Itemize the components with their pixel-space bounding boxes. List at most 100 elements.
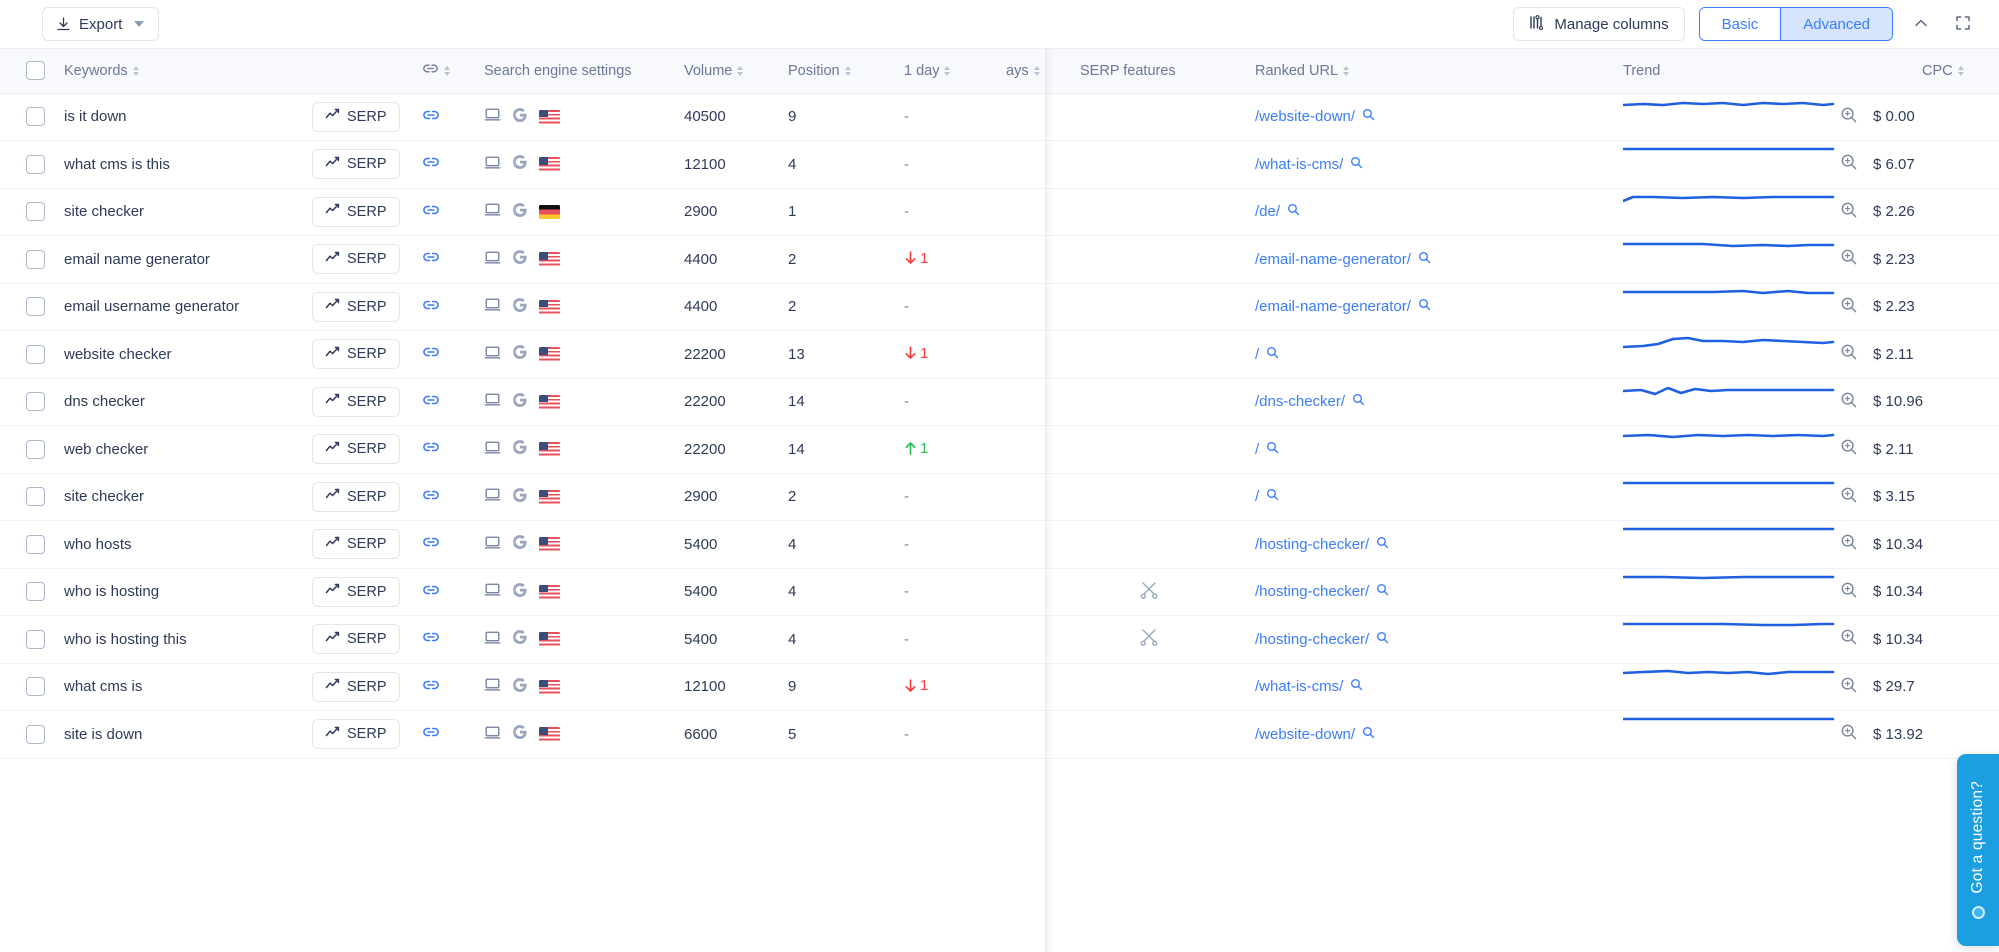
row-checkbox[interactable]: [26, 392, 45, 412]
row-checkbox[interactable]: [26, 582, 45, 602]
row-checkbox[interactable]: [26, 344, 45, 364]
row-checkbox[interactable]: [26, 487, 45, 507]
table-row[interactable]: email username generator SERP 4400 2 - /email…: [0, 283, 1999, 331]
cpc-search-icon[interactable]: [1840, 438, 1858, 460]
url-search-icon[interactable]: [1362, 108, 1375, 125]
tab-basic[interactable]: Basic: [1699, 8, 1781, 40]
select-all-checkbox[interactable]: [26, 61, 45, 81]
header-ranked-url[interactable]: Ranked URL: [1255, 49, 1615, 94]
cpc-search-icon[interactable]: [1840, 391, 1858, 413]
serp-button[interactable]: SERP: [312, 101, 400, 132]
url-search-icon[interactable]: [1362, 726, 1375, 743]
table-row[interactable]: site is down SERP 6600 5 - /website-down/ $ 13…: [0, 710, 1999, 759]
tab-advanced[interactable]: Advanced: [1781, 8, 1892, 40]
ranked-url-link[interactable]: /: [1255, 346, 1259, 363]
cpc-search-icon[interactable]: [1840, 296, 1858, 318]
ranked-url-link[interactable]: /hosting-checker/: [1255, 583, 1369, 600]
serp-button[interactable]: SERP: [312, 196, 400, 227]
serp-button[interactable]: SERP: [312, 291, 400, 322]
ranked-url-link[interactable]: /email-name-generator/: [1255, 298, 1411, 315]
chain-link-icon[interactable]: [422, 581, 440, 599]
fullscreen-button[interactable]: [1949, 10, 1977, 38]
table-row[interactable]: who is hosting this SERP 5400 4 - /hosting-ch…: [0, 615, 1999, 664]
table-row[interactable]: site checker SERP 2900 1 - /de/ $ 2.26: [0, 188, 1999, 236]
url-search-icon[interactable]: [1376, 536, 1389, 553]
url-search-icon[interactable]: [1418, 298, 1431, 315]
cpc-search-icon[interactable]: [1840, 723, 1858, 745]
ranked-url-link[interactable]: /hosting-checker/: [1255, 536, 1369, 553]
chain-link-icon[interactable]: [422, 201, 440, 219]
serp-button[interactable]: SERP: [312, 386, 400, 417]
url-search-icon[interactable]: [1287, 203, 1300, 220]
row-checkbox[interactable]: [26, 107, 45, 127]
ranked-url-link[interactable]: /: [1255, 441, 1259, 458]
serp-button[interactable]: SERP: [312, 244, 400, 275]
table-row[interactable]: web checker SERP 22200 14 1 / $ 2.11: [0, 425, 1999, 474]
cpc-search-icon[interactable]: [1840, 153, 1858, 175]
ranked-url-link[interactable]: /hosting-checker/: [1255, 631, 1369, 648]
chain-link-icon[interactable]: [422, 486, 440, 504]
ranked-url-link[interactable]: /de/: [1255, 203, 1280, 220]
chain-link-icon[interactable]: [422, 106, 440, 124]
url-search-icon[interactable]: [1266, 488, 1279, 505]
row-checkbox[interactable]: [26, 534, 45, 554]
sort-icon[interactable]: [944, 65, 951, 76]
table-row[interactable]: what cms is this SERP 12100 4 - /what-is-cms/…: [0, 140, 1999, 189]
table-row[interactable]: site checker SERP 2900 2 - / $ 3.15: [0, 473, 1999, 521]
table-row[interactable]: what cms is SERP 12100 9 1/what-is-cms/ $ 29.…: [0, 663, 1999, 711]
serp-button[interactable]: SERP: [312, 671, 400, 702]
cpc-search-icon[interactable]: [1840, 201, 1858, 223]
row-checkbox[interactable]: [26, 202, 45, 222]
ranked-url-link[interactable]: /: [1255, 488, 1259, 505]
serp-button[interactable]: SERP: [312, 624, 400, 655]
cpc-search-icon[interactable]: [1840, 106, 1858, 128]
cpc-search-icon[interactable]: [1840, 533, 1858, 555]
row-checkbox[interactable]: [26, 439, 45, 459]
chain-link-icon[interactable]: [422, 723, 440, 741]
scissors-icon[interactable]: [1138, 582, 1160, 605]
scissors-icon[interactable]: [1138, 629, 1160, 652]
cpc-search-icon[interactable]: [1840, 486, 1858, 508]
chain-link-icon[interactable]: [422, 628, 440, 646]
chain-link-icon[interactable]: [422, 533, 440, 551]
header-one-day[interactable]: 1 day: [904, 49, 1000, 94]
serp-button[interactable]: SERP: [312, 719, 400, 750]
sort-icon[interactable]: [132, 65, 139, 76]
serp-button[interactable]: SERP: [312, 481, 400, 512]
row-checkbox[interactable]: [26, 154, 45, 174]
header-keywords[interactable]: Keywords: [52, 49, 312, 94]
chain-link-icon[interactable]: [422, 296, 440, 314]
ranked-url-link[interactable]: /email-name-generator/: [1255, 251, 1411, 268]
serp-button[interactable]: SERP: [312, 434, 400, 465]
sort-icon[interactable]: [444, 65, 450, 76]
header-link[interactable]: [422, 49, 484, 94]
row-checkbox[interactable]: [26, 629, 45, 649]
cpc-search-icon[interactable]: [1840, 676, 1858, 698]
serp-button[interactable]: SERP: [312, 576, 400, 607]
cpc-search-icon[interactable]: [1840, 343, 1858, 365]
table-row[interactable]: who is hosting SERP 5400 4 - /hosting-checker…: [0, 568, 1999, 616]
table-row[interactable]: email name generator SERP 4400 2 1/email-nam…: [0, 235, 1999, 284]
ranked-url-link[interactable]: /website-down/: [1255, 726, 1355, 743]
row-checkbox[interactable]: [26, 724, 45, 744]
cpc-search-icon[interactable]: [1840, 248, 1858, 270]
collapse-button[interactable]: [1907, 10, 1935, 38]
cpc-search-icon[interactable]: [1840, 581, 1858, 603]
header-position[interactable]: Position: [788, 49, 904, 94]
cpc-search-icon[interactable]: [1840, 628, 1858, 650]
row-checkbox[interactable]: [26, 249, 45, 269]
chain-link-icon[interactable]: [422, 248, 440, 266]
chat-widget-button[interactable]: Got a question?: [1957, 754, 1999, 946]
row-checkbox[interactable]: [26, 677, 45, 697]
sort-icon[interactable]: [1957, 65, 1964, 76]
sort-icon[interactable]: [1343, 65, 1350, 76]
header-n-days[interactable]: ays: [1000, 49, 1080, 94]
sort-icon[interactable]: [844, 65, 851, 76]
url-search-icon[interactable]: [1350, 678, 1363, 695]
chain-link-icon[interactable]: [422, 676, 440, 694]
ranked-url-link[interactable]: /what-is-cms/: [1255, 156, 1343, 173]
url-search-icon[interactable]: [1266, 441, 1279, 458]
ranked-url-link[interactable]: /what-is-cms/: [1255, 678, 1343, 695]
ranked-url-link[interactable]: /dns-checker/: [1255, 393, 1345, 410]
url-search-icon[interactable]: [1266, 346, 1279, 363]
